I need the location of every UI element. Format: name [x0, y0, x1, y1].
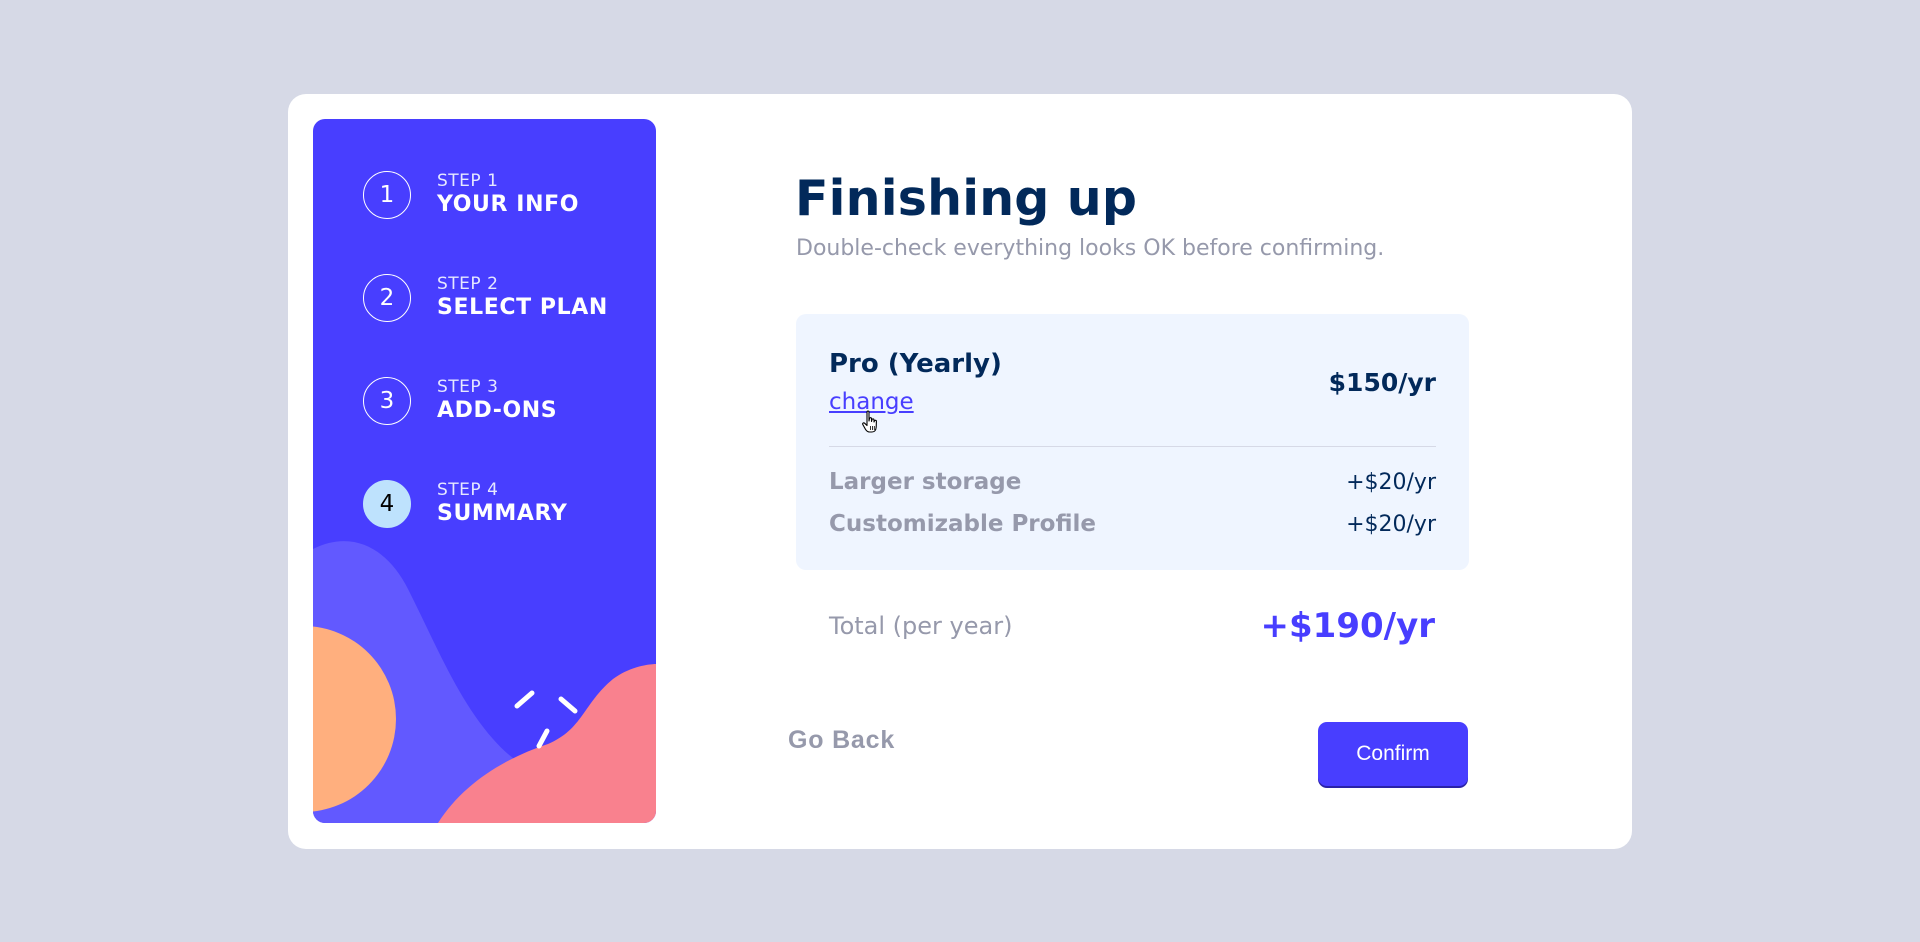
addon-price: +$20/yr [1346, 511, 1436, 537]
total-price: +$190/yr [1260, 606, 1435, 646]
step-label: STEP 4 [437, 480, 499, 500]
step-number-circle: 3 [363, 377, 411, 425]
order-summary: Pro (Yearly) change $150/yr Larger stora… [796, 314, 1469, 570]
plan-price: $150/yr [1328, 368, 1436, 397]
step-number-circle: 2 [363, 274, 411, 322]
hand-pointer-icon [862, 410, 877, 433]
page-subtitle: Double-check everything looks OK before … [796, 236, 1385, 261]
addon-name: Customizable Profile [829, 511, 1096, 537]
sidebar-step-4: 4 STEP 4 SUMMARY [363, 478, 567, 530]
sidebar-decoration [313, 541, 656, 823]
go-back-button[interactable]: Go Back [788, 726, 895, 755]
addon-name: Larger storage [829, 469, 1022, 495]
step-name: ADD-ONS [437, 398, 558, 423]
step-label: STEP 2 [437, 274, 499, 294]
steps-sidebar: 1 STEP 1 YOUR INFO 2 STEP 2 SELECT PLAN … [313, 119, 656, 823]
step-label: STEP 3 [437, 377, 499, 397]
page-title: Finishing up [795, 170, 1138, 227]
step-number-circle-active: 4 [363, 480, 411, 528]
step-name: SELECT PLAN [437, 295, 608, 320]
total-label: Total (per year) [829, 612, 1013, 640]
summary-divider [829, 446, 1436, 447]
form-card: 1 STEP 1 YOUR INFO 2 STEP 2 SELECT PLAN … [288, 94, 1632, 849]
sidebar-step-1: 1 STEP 1 YOUR INFO [363, 169, 579, 221]
plan-name: Pro (Yearly) [829, 349, 1002, 379]
step-number-circle: 1 [363, 171, 411, 219]
sidebar-step-2: 2 STEP 2 SELECT PLAN [363, 272, 608, 324]
addon-price: +$20/yr [1346, 469, 1436, 495]
confirm-button[interactable]: Confirm [1318, 722, 1468, 786]
step-label: STEP 1 [437, 171, 499, 191]
addon-row: Larger storage +$20/yr [829, 467, 1436, 497]
addon-row: Customizable Profile +$20/yr [829, 509, 1436, 539]
step-name: YOUR INFO [437, 192, 580, 217]
step-name: SUMMARY [437, 501, 568, 526]
sidebar-step-3: 3 STEP 3 ADD-ONS [363, 375, 557, 427]
